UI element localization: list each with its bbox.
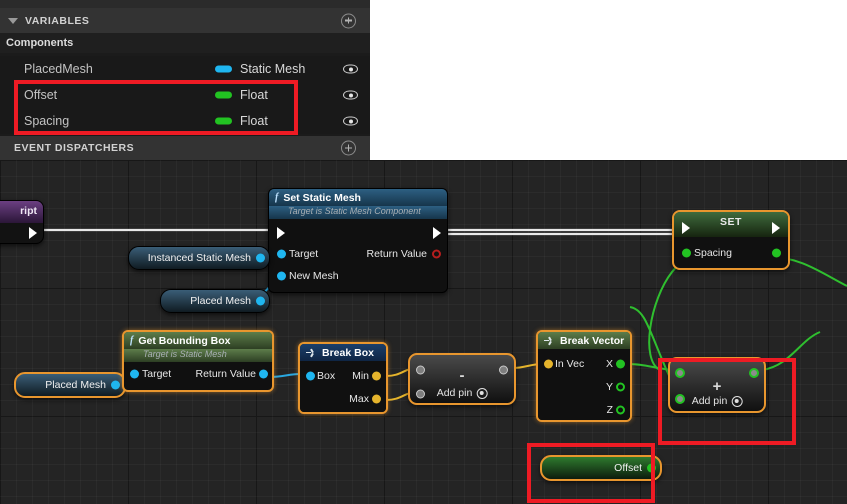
exec-input-pin[interactable] <box>277 227 285 239</box>
target-input-label: Target <box>289 248 319 260</box>
add-pin-button[interactable]: Add pin <box>437 387 488 399</box>
max-output-pin[interactable] <box>372 394 381 403</box>
plus-circle-icon[interactable] <box>341 140 356 156</box>
spacing-input-pin[interactable] <box>682 248 691 257</box>
break-struct-icon <box>544 336 555 345</box>
x-output-pin[interactable] <box>616 359 625 368</box>
node-subtitle: Target is Static Mesh Component <box>269 206 447 219</box>
variable-name: PlacedMesh <box>24 62 93 76</box>
target-input-pin[interactable] <box>130 369 139 379</box>
x-output-label: X <box>605 357 613 370</box>
subtract-node[interactable]: - Add pin <box>408 353 516 405</box>
set-spacing-node[interactable]: SET Spacing <box>672 210 790 270</box>
f-icon: f <box>275 192 279 203</box>
f-icon: f <box>130 335 134 346</box>
data-wire <box>648 256 693 371</box>
node-header: f Get Bounding Box <box>124 332 272 349</box>
offset-getter-highlight <box>527 443 655 503</box>
add-pin-icon[interactable] <box>476 387 488 399</box>
add-pin-label: Add pin <box>436 387 473 399</box>
y-output-label: Y <box>605 380 613 393</box>
plus-circle-icon[interactable] <box>341 13 356 28</box>
node-subtitle: Target is Static Mesh <box>124 349 272 362</box>
node-header: Break Box <box>300 344 386 361</box>
return-value-output-pin[interactable] <box>259 369 268 379</box>
triangle-down-icon[interactable] <box>8 17 18 24</box>
components-category-label: Components <box>6 37 74 49</box>
node-title: Break Vector <box>560 334 625 347</box>
in-vec-input-label: In Vec <box>555 357 585 370</box>
min-output-label: Min <box>352 369 369 382</box>
exec-output-pin[interactable] <box>433 227 441 239</box>
return-value-label: Return Value <box>195 368 256 380</box>
node-title: Set Static Mesh <box>283 191 361 204</box>
break-box-node[interactable]: Break Box Box Min Max <box>298 342 388 414</box>
add-node-highlight <box>658 358 796 445</box>
subtract-operator-label: - <box>459 367 465 384</box>
exec-output-pin[interactable] <box>772 222 780 234</box>
getter-label: Instanced Static Mesh <box>147 252 251 264</box>
eye-icon[interactable] <box>343 64 358 74</box>
blueprint-my-blueprint-panel: VARIABLES Components PlacedMesh Static M… <box>0 0 370 160</box>
exec-output-pin[interactable] <box>29 227 37 239</box>
value-output-pin[interactable] <box>256 253 265 263</box>
max-output-label: Max <box>349 392 369 405</box>
set-node-title: SET <box>720 216 742 228</box>
return-value-label: Return Value <box>366 248 427 260</box>
set-node-header: SET <box>674 212 788 237</box>
y-output-pin[interactable] <box>616 382 625 391</box>
event-node-title: ript <box>20 205 37 217</box>
new-mesh-input-label: New Mesh <box>289 270 339 282</box>
event-dispatchers-label: EVENT DISPATCHERS <box>14 142 135 154</box>
node-title: Break Box <box>322 346 374 359</box>
z-output-label: Z <box>606 403 613 416</box>
set-static-mesh-node[interactable]: f Set Static Mesh Target is Static Mesh … <box>268 188 448 293</box>
placed-mesh-getter-node-bottom[interactable]: Placed Mesh <box>14 372 126 398</box>
target-input-label: Target <box>142 368 172 380</box>
variable-type-pin-icon <box>215 65 232 73</box>
break-vector-node[interactable]: Break Vector In Vec X Y Z <box>536 330 632 422</box>
eye-icon[interactable] <box>343 90 358 100</box>
variables-section-label: VARIABLES <box>25 14 90 27</box>
node-header: f Set Static Mesh <box>269 189 447 206</box>
value-output-pin[interactable] <box>256 296 265 306</box>
components-category-row[interactable]: Components <box>0 33 370 53</box>
placed-mesh-getter-node-top[interactable]: Placed Mesh <box>160 289 270 313</box>
variables-offset-spacing-highlight <box>14 80 298 135</box>
variables-section-header[interactable]: VARIABLES <box>0 8 370 33</box>
instanced-static-mesh-getter-node[interactable]: Instanced Static Mesh <box>128 246 270 270</box>
variable-row-placedmesh[interactable]: PlacedMesh Static Mesh <box>0 56 370 82</box>
getter-label: Placed Mesh <box>190 295 251 307</box>
new-mesh-input-pin[interactable] <box>277 271 286 281</box>
get-bounding-box-node[interactable]: f Get Bounding Box Target is Static Mesh… <box>122 330 274 392</box>
min-output-pin[interactable] <box>372 371 381 380</box>
event-node-header: ript <box>0 201 43 223</box>
z-output-pin[interactable] <box>616 405 625 414</box>
break-struct-icon <box>306 348 317 357</box>
in-vec-input-pin[interactable] <box>544 359 553 368</box>
node-header: Break Vector <box>538 332 630 349</box>
getter-label: Placed Mesh <box>45 379 106 391</box>
target-input-pin[interactable] <box>277 249 286 259</box>
box-input-label: Box <box>317 369 336 382</box>
variable-type-label: Static Mesh <box>240 62 306 76</box>
subtract-input-pin-a[interactable] <box>416 365 425 375</box>
spacing-input-label: Spacing <box>694 246 732 259</box>
node-title: Get Bounding Box <box>138 334 231 347</box>
construction-script-event-node[interactable]: ript <box>0 200 44 244</box>
exec-input-pin[interactable] <box>682 222 690 234</box>
subtract-output-pin[interactable] <box>499 365 508 375</box>
subtract-input-pin-b[interactable] <box>416 389 425 399</box>
box-input-pin[interactable] <box>306 371 315 380</box>
eye-icon[interactable] <box>343 116 358 126</box>
value-output-pin[interactable] <box>111 380 120 390</box>
spacing-output-pin[interactable] <box>772 248 781 257</box>
blueprint-event-graph[interactable]: ript f Set Static Mesh Target is Static … <box>0 160 847 504</box>
return-value-output-pin[interactable] <box>432 249 441 259</box>
event-dispatchers-section-header[interactable]: EVENT DISPATCHERS <box>0 136 370 160</box>
